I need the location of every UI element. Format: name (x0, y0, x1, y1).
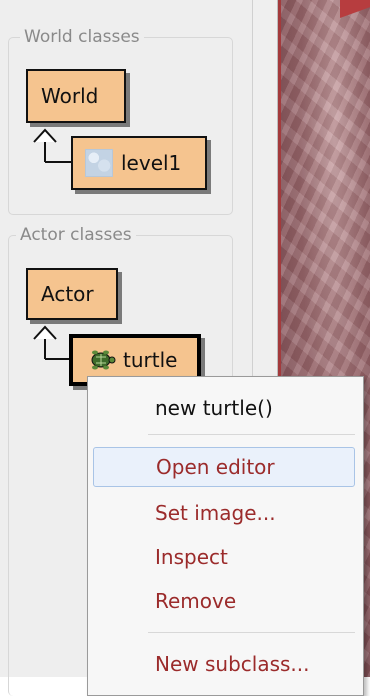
menu-item-set-image[interactable]: Set image... (93, 493, 355, 533)
class-node-label: Actor (41, 282, 94, 306)
class-node-label: World (41, 84, 99, 108)
menu-item-inspect[interactable]: Inspect (93, 537, 355, 577)
level-image-icon (85, 149, 113, 177)
menu-separator (148, 632, 355, 633)
actor-classes-title: Actor classes (16, 225, 136, 245)
menu-item-new-instance[interactable]: new turtle() (93, 388, 355, 428)
menu-separator (148, 434, 355, 435)
class-node-label: turtle (123, 348, 178, 372)
menu-item-remove[interactable]: Remove (93, 581, 355, 621)
turtle-icon (91, 350, 116, 370)
class-node-actor[interactable]: Actor (26, 268, 118, 320)
class-node-world[interactable]: World (26, 69, 126, 123)
class-context-menu: new turtle() Open editor Set image... In… (87, 376, 364, 696)
class-node-label: level1 (121, 151, 182, 175)
inheritance-arrow-icon (33, 325, 71, 360)
class-node-level1[interactable]: level1 (71, 136, 207, 190)
menu-item-open-editor[interactable]: Open editor (93, 447, 355, 487)
menu-item-new-subclass[interactable]: New subclass... (93, 644, 355, 684)
world-classes-title: World classes (20, 27, 144, 47)
inheritance-arrow-icon (33, 128, 71, 163)
